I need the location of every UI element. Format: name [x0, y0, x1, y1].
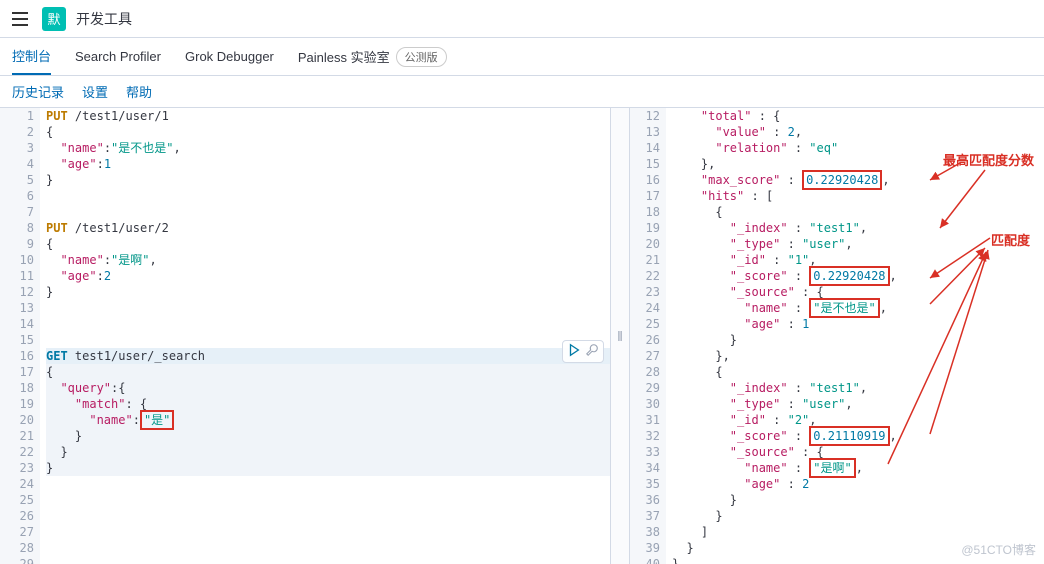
tab-grok-debugger[interactable]: Grok Debugger: [185, 38, 274, 75]
annotation-max-score: 最高匹配度分数: [943, 150, 1034, 169]
wrench-icon[interactable]: [585, 343, 599, 360]
request-actions: [562, 340, 604, 363]
line-gutter-right: 1213141516171819202122232425262728293031…: [630, 108, 666, 564]
request-content[interactable]: PUT /test1/user/1{ "name":"是不也是", "age":…: [40, 108, 610, 564]
editor-panes: 1234567891011121314151617181920212223242…: [0, 108, 1044, 564]
pane-divider[interactable]: ‖: [610, 108, 630, 564]
line-gutter-left: 1234567891011121314151617181920212223242…: [0, 108, 40, 564]
tab-painless[interactable]: Painless 实验室 公测版: [298, 38, 447, 75]
app-badge: 默: [42, 7, 66, 31]
tab-console[interactable]: 控制台: [12, 38, 51, 75]
subtab-help[interactable]: 帮助: [126, 82, 152, 101]
annotation-match-score: 匹配度: [991, 230, 1030, 249]
subtabs: 历史记录 设置 帮助: [0, 76, 1044, 108]
response-viewer[interactable]: 1213141516171819202122232425262728293031…: [630, 108, 1044, 564]
top-bar: 默 开发工具: [0, 0, 1044, 38]
tab-search-profiler[interactable]: Search Profiler: [75, 38, 161, 75]
hamburger-icon[interactable]: [8, 7, 32, 31]
watermark: @51CTO博客: [961, 541, 1036, 558]
divider-handle-icon: ‖: [617, 328, 623, 344]
subtab-settings[interactable]: 设置: [82, 82, 108, 101]
beta-badge: 公测版: [396, 47, 447, 67]
request-editor[interactable]: 1234567891011121314151617181920212223242…: [0, 108, 610, 564]
response-content: "total" : { "value" : 2, "relation" : "e…: [666, 108, 1044, 564]
run-icon[interactable]: [567, 343, 581, 360]
main-tabs: 控制台 Search Profiler Grok Debugger Painle…: [0, 38, 1044, 76]
tab-painless-label: Painless 实验室: [298, 47, 390, 66]
subtab-history[interactable]: 历史记录: [12, 82, 64, 101]
app-title: 开发工具: [76, 9, 132, 29]
